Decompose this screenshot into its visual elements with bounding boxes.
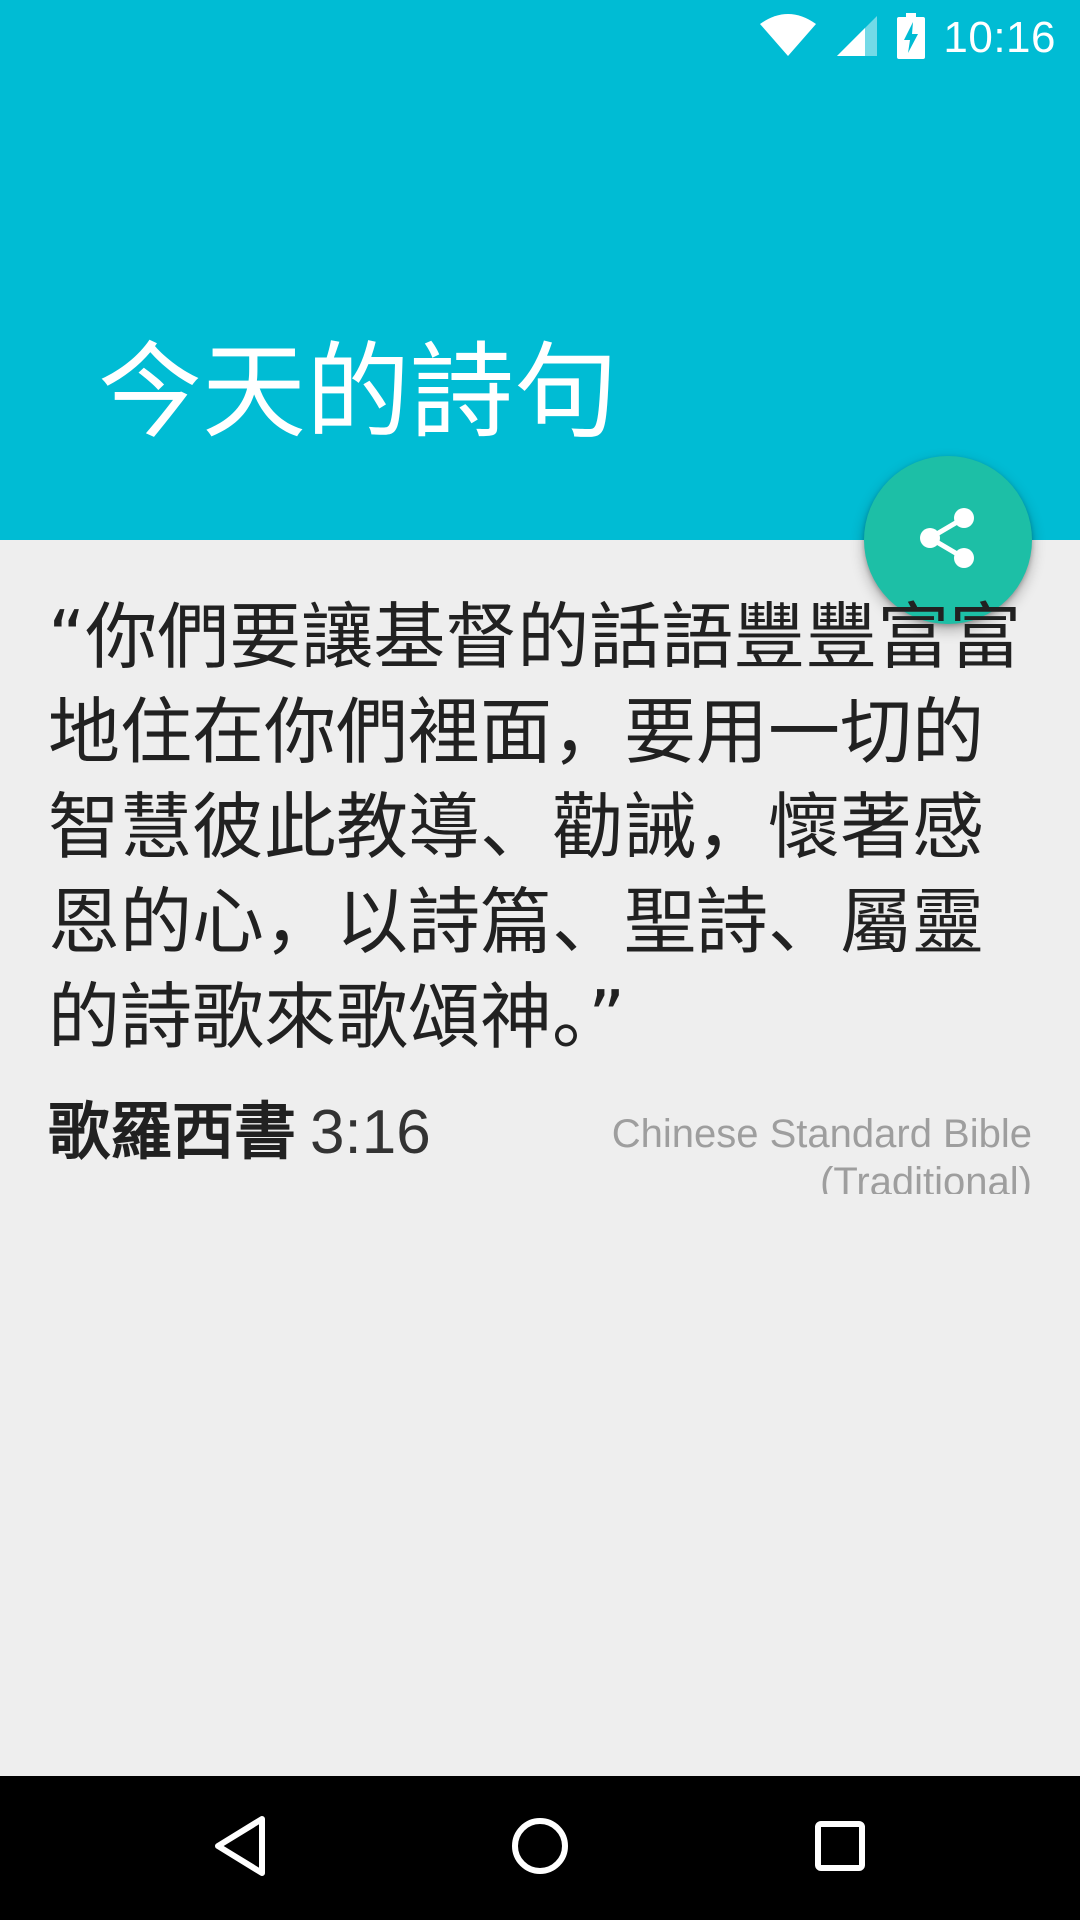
home-button[interactable] [490,1798,590,1898]
back-button[interactable] [190,1798,290,1898]
back-icon [212,1815,268,1881]
status-bar: 10:16 [0,0,1080,75]
verse-text: “你們要讓基督的話語豐豐富富地住在你們裡面，要用一切的智慧彼此教導、勸誡，懷著感… [48,595,1022,1059]
page-title: 今天的詩句 [98,331,619,453]
wifi-icon [759,14,817,62]
recents-button[interactable] [790,1798,890,1898]
status-icons: 10:16 [759,12,1056,64]
navigation-bar [0,1776,1080,1920]
app-header: 10:16 今天的詩句 [0,0,1080,540]
verse-reference: 歌羅西書 3:16 [48,1092,431,1173]
recents-icon [814,1820,866,1876]
signal-icon [835,14,879,62]
verse-book: 歌羅西書 [48,1095,297,1168]
status-time: 10:16 [943,13,1056,62]
share-icon [918,506,978,574]
translation-name: Chinese Standard Bible (Traditional) [611,1112,1032,1194]
verse-chapter-verse: 3:16 [310,1098,431,1167]
home-icon [510,1816,570,1880]
screen: 10:16 今天的詩句 “你們要讓基督的話語豐豐富富地住在你們裡面，要用一切的智… [0,0,1080,1920]
battery-charging-icon [897,13,926,63]
